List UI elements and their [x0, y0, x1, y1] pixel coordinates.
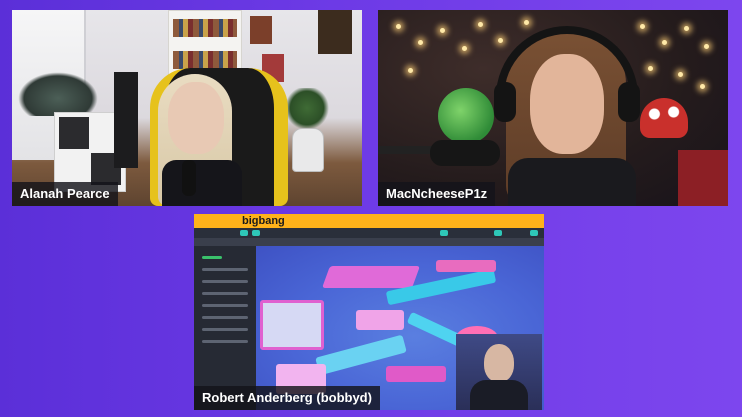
editor-toolbar: [194, 228, 544, 238]
participant-name: MacNcheeseP1z: [378, 182, 496, 206]
participant-name: Robert Anderberg (bobbyd): [194, 386, 380, 410]
video-tile-alanah-pearce[interactable]: Alanah Pearce: [12, 10, 362, 206]
video-tile-macncheesep1z[interactable]: MacNcheeseP1z: [378, 10, 728, 206]
green-toy: [438, 88, 494, 144]
person-body: [508, 158, 636, 206]
participant-name: Alanah Pearce: [12, 182, 118, 206]
headphone-cup: [494, 82, 516, 122]
person-body: [470, 380, 528, 410]
mic-arm: [378, 146, 438, 154]
red-cabinet: [678, 150, 728, 206]
person-face: [484, 344, 514, 382]
mushroom-toy: [640, 98, 688, 138]
wall-poster: [318, 10, 352, 54]
microphone-icon: [430, 140, 500, 166]
brand-logo: bigbang: [242, 215, 285, 227]
video-tile-robert-anderberg[interactable]: bigbang Robert Anderberg (bobbyd): [194, 214, 544, 410]
robot-figure: [292, 128, 324, 172]
headphone-cup: [618, 82, 640, 122]
microphone-icon: [182, 160, 196, 196]
person-face: [168, 82, 224, 154]
house-plant: [284, 88, 330, 128]
person-body: [162, 160, 242, 206]
tower-speaker: [114, 72, 138, 168]
wall-poster: [250, 16, 272, 44]
editor-subbar: [194, 238, 544, 246]
presenter-webcam: [456, 334, 542, 410]
figure-statue: [18, 72, 98, 116]
headphones-icon: [496, 26, 638, 104]
